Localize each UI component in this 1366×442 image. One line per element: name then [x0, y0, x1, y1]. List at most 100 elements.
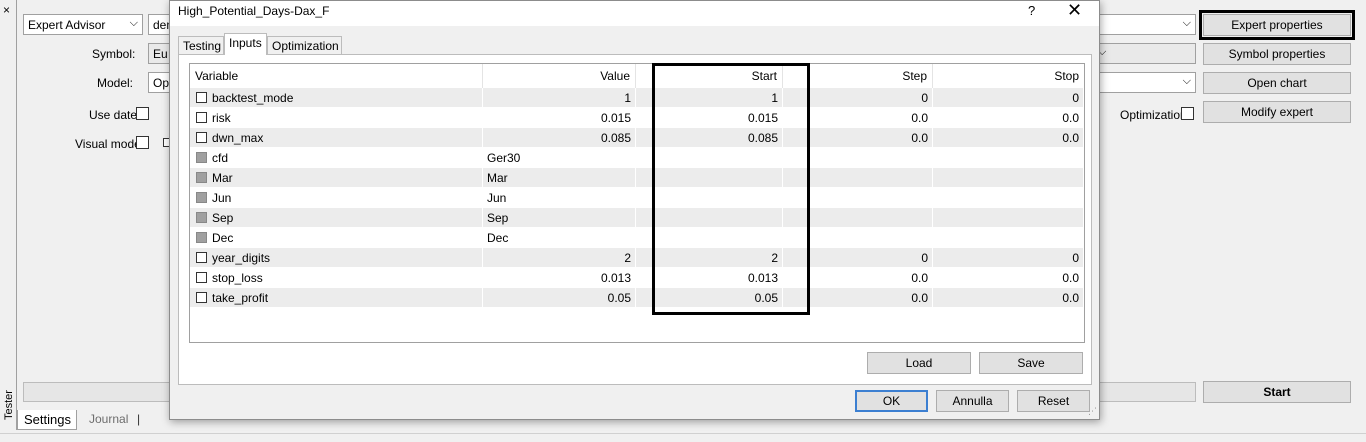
optimize-checkbox[interactable] [196, 292, 207, 303]
expert-type-select[interactable]: Expert Advisor ⌵ [23, 14, 143, 35]
cell-step: 0.0 [783, 128, 933, 148]
tab-optimization[interactable]: Optimization [267, 36, 342, 55]
cell-stop [933, 168, 1084, 188]
cell-value[interactable]: Dec [483, 228, 636, 248]
use-date-checkbox[interactable] [136, 107, 149, 120]
model-select[interactable]: Op [148, 72, 170, 93]
tester-close-icon[interactable]: × [3, 4, 10, 16]
variable-name: Dec [212, 231, 234, 245]
model-select-end[interactable]: ⌵ [1095, 72, 1196, 93]
expert-file-value: den [153, 18, 169, 32]
expert-properties-button[interactable]: Expert properties [1199, 10, 1355, 40]
open-chart-button[interactable]: Open chart [1203, 72, 1351, 94]
column-header-start[interactable]: Start [636, 64, 783, 88]
cell-value[interactable]: 2 [483, 248, 636, 268]
cell-stop [933, 148, 1084, 168]
cell-value[interactable]: Sep [483, 208, 636, 228]
cell-start: 0.085 [636, 128, 783, 148]
optimization-checkbox[interactable] [1181, 107, 1194, 120]
cell-start: 2 [636, 248, 783, 268]
cell-value[interactable]: 0.015 [483, 108, 636, 128]
ok-button[interactable]: OK [855, 390, 928, 412]
optimize-checkbox[interactable] [196, 132, 207, 143]
tab-testing[interactable]: Testing [178, 36, 224, 55]
cell-start: 0.05 [636, 288, 783, 308]
table-row[interactable]: year_digits 2 2 0 0 [190, 248, 1084, 268]
modify-expert-button[interactable]: Modify expert [1203, 101, 1351, 123]
cancel-button[interactable]: Annulla [936, 390, 1009, 412]
table-row[interactable]: stop_loss 0.013 0.013 0.0 0.0 [190, 268, 1084, 288]
cell-stop: 0.0 [933, 288, 1084, 308]
cell-stop [933, 228, 1084, 248]
cell-value[interactable]: 0.013 [483, 268, 636, 288]
cell-variable: backtest_mode [190, 88, 483, 108]
symbol-select-end[interactable]: ⌵ [1095, 43, 1196, 64]
table-row[interactable]: Jun Jun [190, 188, 1084, 208]
cell-stop: 0.0 [933, 108, 1084, 128]
cell-stop: 0.0 [933, 128, 1084, 148]
status-bar [0, 433, 1366, 442]
save-button[interactable]: Save [979, 352, 1083, 374]
cell-variable: cfd [190, 148, 483, 168]
table-row[interactable]: dwn_max 0.085 0.085 0.0 0.0 [190, 128, 1084, 148]
help-button[interactable]: ? [1028, 3, 1035, 18]
expert-properties-dialog: High_Potential_Days-Dax_F ? ✕ Testing In… [169, 0, 1100, 420]
table-row[interactable]: cfd Ger30 [190, 148, 1084, 168]
table-row[interactable]: take_profit 0.05 0.05 0.0 0.0 [190, 288, 1084, 308]
cell-value[interactable]: Jun [483, 188, 636, 208]
cell-step: 0 [783, 248, 933, 268]
tester-vertical-label: Tester [3, 390, 15, 420]
table-row[interactable]: backtest_mode 1 1 0 0 [190, 88, 1084, 108]
expert-type-value: Expert Advisor [28, 18, 106, 32]
column-header-variable[interactable]: Variable [190, 64, 483, 88]
cell-value[interactable]: 1 [483, 88, 636, 108]
optimize-checkbox[interactable] [196, 272, 207, 283]
resize-grip-icon[interactable]: ⋰ [1088, 406, 1097, 417]
load-button[interactable]: Load [867, 352, 971, 374]
variable-name: take_profit [212, 291, 269, 305]
cell-value[interactable]: Ger30 [483, 148, 636, 168]
table-row[interactable]: Mar Mar [190, 168, 1084, 188]
close-icon[interactable]: ✕ [1067, 0, 1082, 20]
cell-variable: dwn_max [190, 128, 483, 148]
cell-step [783, 228, 933, 248]
column-header-value[interactable]: Value [483, 64, 636, 88]
tab-journal[interactable]: Journal [83, 410, 134, 430]
cell-step: 0.0 [783, 268, 933, 288]
visual-mode-checkbox[interactable] [136, 136, 149, 149]
optimize-checkbox[interactable] [196, 92, 207, 103]
variable-name: Jun [212, 191, 232, 205]
symbol-properties-button[interactable]: Symbol properties [1203, 43, 1351, 65]
dialog-title: High_Potential_Days-Dax_F [178, 4, 330, 18]
variable-name: risk [212, 111, 231, 125]
start-button[interactable]: Start [1203, 381, 1351, 403]
cell-start [636, 228, 783, 248]
cell-value[interactable]: 0.085 [483, 128, 636, 148]
table-row[interactable]: Dec Dec [190, 228, 1084, 248]
optimize-checkbox[interactable] [196, 252, 207, 263]
variable-name: cfd [212, 151, 229, 165]
optimize-checkbox[interactable] [196, 112, 207, 123]
cell-value[interactable]: Mar [483, 168, 636, 188]
cell-value[interactable]: 0.05 [483, 288, 636, 308]
cell-step [783, 208, 933, 228]
column-header-step[interactable]: Step [783, 64, 933, 88]
table-row[interactable]: Sep Sep [190, 208, 1084, 228]
variable-name: backtest_mode [212, 91, 294, 105]
expert-file-select[interactable]: den [148, 14, 170, 35]
table-row[interactable]: risk 0.015 0.015 0.0 0.0 [190, 108, 1084, 128]
cell-variable: Jun [190, 188, 483, 208]
expert-file-select-end[interactable]: ⌵ [1095, 14, 1196, 35]
cell-stop [933, 208, 1084, 228]
column-header-stop[interactable]: Stop [933, 64, 1084, 88]
cell-step [783, 148, 933, 168]
cell-variable: stop_loss [190, 268, 483, 288]
symbol-select[interactable]: Eu [148, 43, 170, 64]
cell-start: 0.015 [636, 108, 783, 128]
reset-button[interactable]: Reset [1017, 390, 1090, 412]
cell-step [783, 188, 933, 208]
cell-stop: 0.0 [933, 268, 1084, 288]
tab-separator: | [137, 412, 141, 426]
tab-settings[interactable]: Settings [17, 410, 77, 430]
tab-inputs[interactable]: Inputs [224, 33, 267, 55]
